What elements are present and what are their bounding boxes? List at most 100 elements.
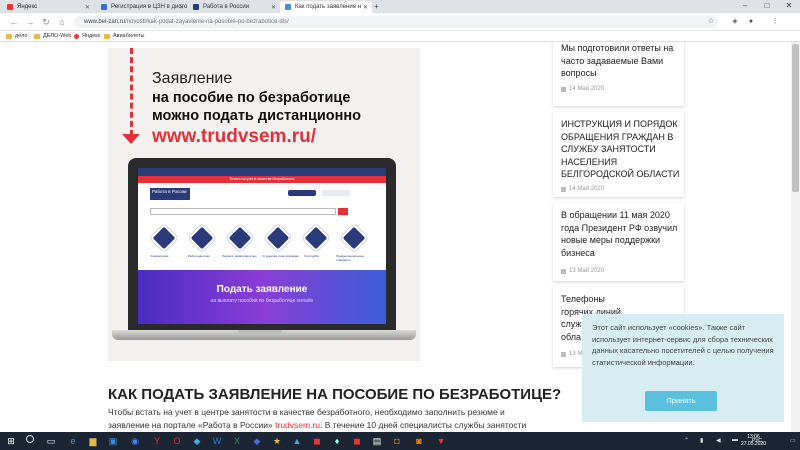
tab-registration[interactable]: Регистрация в ЦЗН в дисто ✕ [96, 1, 188, 13]
tile-label: Студентам и выпускникам [262, 254, 299, 258]
site-favicon-icon [193, 4, 199, 10]
hero-url: www.trudvsem.ru/ [152, 126, 316, 147]
clock-date: 27.05.2020 [740, 441, 766, 447]
battery-icon[interactable]: ▬ [732, 437, 738, 443]
taskbar: ⊞ ▭ e ▆ ▣ ◉ Y O ◆ W X ◆ ★ ▲ ◼ ♦ ◼ ▤ ◘ ◙ … [0, 432, 800, 450]
volume-icon[interactable]: ◀ [716, 437, 721, 444]
new-tab-button[interactable]: + [374, 1, 379, 12]
bookmark-yandex[interactable]: Яндекс [74, 32, 101, 41]
news-title[interactable]: В обращении 11 мая 2020 года Президент Р… [561, 209, 683, 259]
reload-icon[interactable]: ↻ [40, 16, 52, 28]
folder-icon [104, 34, 110, 39]
close-icon[interactable]: ✕ [363, 4, 368, 11]
clock[interactable]: 13:06 27.05.2020 [741, 434, 766, 448]
screen-button [322, 190, 350, 196]
yandex-icon [74, 34, 79, 39]
minimize-icon[interactable]: – [734, 0, 756, 13]
tile-icon [187, 223, 217, 253]
app-icon[interactable]: ▲ [290, 434, 304, 448]
search-icon[interactable] [26, 435, 34, 443]
scrollbar[interactable] [791, 42, 800, 432]
news-date: 14 Май 2020 [561, 86, 604, 92]
calendar-icon [561, 86, 566, 92]
chrome-icon[interactable]: ◉ [128, 434, 142, 448]
star-icon[interactable]: ☆ [706, 17, 716, 27]
news-title[interactable]: ИНСТРУКЦИЯ И ПОРЯДОК ОБРАЩЕНИЯ ГРАЖДАН В… [561, 118, 683, 181]
app-icon[interactable]: ◘ [390, 434, 404, 448]
tab-label: Как подать заявление н [295, 4, 362, 10]
screen-tiles: Соискателям Работодателям Людям с инвали… [149, 223, 376, 262]
edge-icon[interactable]: e [66, 434, 80, 448]
news-card[interactable]: ИНСТРУКЦИЯ И ПОРЯДОК ОБРАЩЕНИЯ ГРАЖДАН В… [553, 112, 684, 197]
profile-icon[interactable]: ● [746, 17, 756, 27]
app-icon[interactable]: ◙ [412, 434, 426, 448]
maximize-icon[interactable]: □ [756, 0, 778, 13]
explorer-icon[interactable]: ▆ [86, 434, 100, 448]
close-icon[interactable]: ✕ [271, 4, 276, 11]
news-title[interactable]: Мы подготовили ответы на часто задаваемы… [561, 42, 683, 80]
calendar-icon [561, 351, 566, 357]
bookmark-aviabilety[interactable]: Авиабилеты [104, 32, 145, 41]
app-icon[interactable]: ◆ [250, 434, 264, 448]
network-icon[interactable]: ▮ [700, 437, 703, 444]
tray-chevron-icon[interactable]: ⌃ [684, 437, 689, 444]
bookmark-delo[interactable]: дело [6, 32, 27, 41]
close-icon[interactable]: ✕ [179, 4, 184, 11]
folder-icon [6, 34, 12, 39]
clock-time: 13:06 [747, 434, 760, 440]
tile-icon [149, 223, 179, 253]
tile-label: Людям с инвалидностью [222, 254, 257, 258]
web-page: Заявление на пособие по безработице можн… [0, 42, 800, 432]
news-card[interactable]: В обращении 11 мая 2020 года Президент Р… [553, 203, 684, 281]
tile-label: Госслужба [304, 254, 319, 258]
scrollbar-thumb[interactable] [792, 44, 799, 192]
app-icon[interactable]: ◼ [350, 434, 364, 448]
tab-label: Работа в России [203, 4, 250, 10]
address-path: /novosti/kak-podat-zayavlenie-na-posobie… [125, 19, 289, 25]
accept-cookies-button[interactable]: Принять [645, 391, 717, 411]
tab-yandex[interactable]: Яндекс ✕ [2, 1, 94, 13]
extension-icon[interactable]: ◈ [730, 17, 740, 27]
address-bar[interactable]: www.bel-zan.ru/novosti/kak-podat-zayavle… [74, 16, 718, 28]
back-icon[interactable]: ← [8, 16, 20, 28]
bookmark-label: Авиабилеты [113, 33, 145, 39]
date-text: 14 Май 2020 [569, 186, 605, 192]
notifications-icon[interactable]: ▭ [790, 437, 796, 444]
app-icon[interactable]: ▤ [370, 434, 384, 448]
tab-current[interactable]: Как подать заявление н ✕ [280, 1, 372, 13]
app-icon[interactable]: ◼ [310, 434, 324, 448]
yandex-browser-icon[interactable]: Y [150, 434, 164, 448]
site-favicon-icon [101, 4, 107, 10]
article-title: КАК ПОДАТЬ ЗАЯВЛЕНИЕ НА ПОСОБИЕ ПО БЕЗРА… [108, 386, 562, 403]
hero-line-1: Заявление [152, 70, 233, 87]
date-text: 14 Май 2020 [569, 86, 605, 92]
trudvsem-link[interactable]: trudvsem.ru [275, 420, 320, 430]
home-icon[interactable]: ⌂ [56, 16, 68, 28]
pdf-icon[interactable]: ▼ [434, 434, 448, 448]
tile-icon [263, 223, 293, 253]
tab-rabota[interactable]: Работа в России ✕ [188, 1, 280, 13]
window-close-icon[interactable]: ✕ [778, 0, 800, 13]
excel-icon[interactable]: X [230, 434, 244, 448]
opera-icon[interactable]: O [170, 434, 184, 448]
forward-icon[interactable]: → [24, 16, 36, 28]
windows-start-icon[interactable]: ⊞ [4, 434, 18, 448]
hero-image: Заявление на пособие по безработице можн… [108, 48, 420, 361]
banner-title: Подать заявление [216, 284, 308, 295]
news-card[interactable]: Мы подготовили ответы на часто задаваемы… [553, 42, 684, 106]
word-icon[interactable]: W [210, 434, 224, 448]
close-icon[interactable]: ✕ [85, 4, 90, 11]
app-icon[interactable]: ◆ [190, 434, 204, 448]
tile-icon [339, 223, 369, 253]
calendar-icon [561, 268, 566, 274]
store-icon[interactable]: ▣ [106, 434, 120, 448]
menu-icon[interactable]: ⋮ [770, 17, 780, 27]
date-text: 13 М [569, 351, 583, 357]
laptop-illustration: Встать на учет в качестве безработного Р… [128, 158, 396, 330]
app-icon[interactable]: ♦ [330, 434, 344, 448]
app-icon[interactable]: ★ [270, 434, 284, 448]
tab-strip: Яндекс ✕ Регистрация в ЦЗН в дисто ✕ Раб… [0, 0, 800, 13]
bookmark-delo-web[interactable]: ДЕЛО-Web [34, 32, 71, 41]
tile-icon [225, 223, 255, 253]
task-view-icon[interactable]: ▭ [44, 434, 58, 448]
